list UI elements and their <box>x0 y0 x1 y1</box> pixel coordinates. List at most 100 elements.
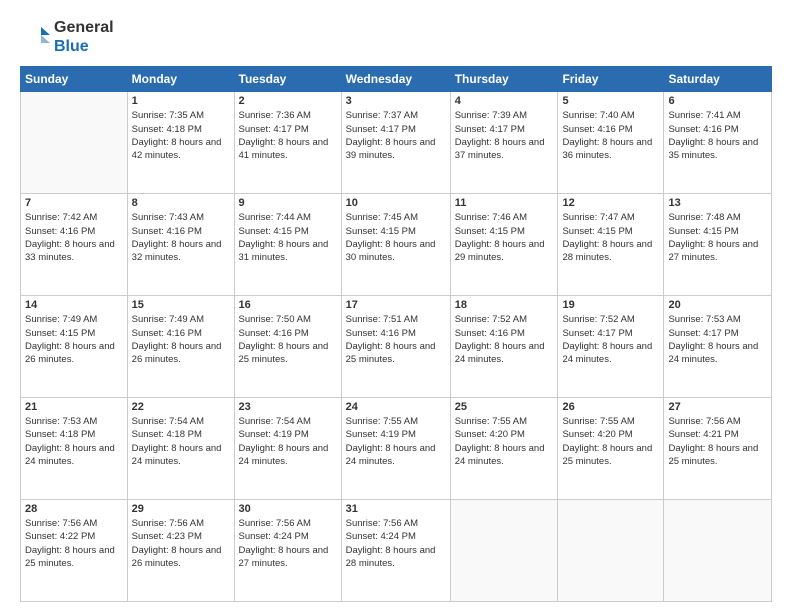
cell-w2-d7: 13 Sunrise: 7:48 AM Sunset: 4:15 PM Dayli… <box>664 194 772 296</box>
day-number: 30 <box>239 503 337 515</box>
cell-w5-d4: 31Sunrise: 7:56 AM Sunset: 4:24 PM Dayli… <box>341 500 450 602</box>
day-number: 25 <box>455 401 554 413</box>
day-info: Sunrise: 7:43 AM Sunset: 4:16 PM Dayligh… <box>132 211 230 264</box>
day-info: Sunrise: 7:44 AM Sunset: 4:15 PM Dayligh… <box>239 211 337 264</box>
week-row-4: 21 Sunrise: 7:53 AM Sunset: 4:18 PM Dayli… <box>21 398 772 500</box>
day-info: Sunrise: 7:48 AM Sunset: 4:15 PM Dayligh… <box>668 211 767 264</box>
day-info: Sunrise: 7:42 AM Sunset: 4:16 PM Dayligh… <box>25 211 123 264</box>
cell-w1-d7: 6 Sunrise: 7:41 AM Sunset: 4:16 PM Daylig… <box>664 92 772 194</box>
cell-w5-d5 <box>450 500 558 602</box>
day-info: Sunrise: 7:35 AM Sunset: 4:18 PM Dayligh… <box>132 109 230 162</box>
cell-w2-d5: 11Sunrise: 7:46 AM Sunset: 4:15 PM Dayli… <box>450 194 558 296</box>
header-friday: Friday <box>558 67 664 92</box>
header-wednesday: Wednesday <box>341 67 450 92</box>
day-info: Sunrise: 7:49 AM Sunset: 4:15 PM Dayligh… <box>25 313 123 366</box>
cell-w3-d7: 20 Sunrise: 7:53 AM Sunset: 4:17 PM Dayli… <box>664 296 772 398</box>
day-number: 3 <box>346 95 446 107</box>
header-tuesday: Tuesday <box>234 67 341 92</box>
cell-w1-d4: 3 Sunrise: 7:37 AM Sunset: 4:17 PM Daylig… <box>341 92 450 194</box>
cell-w3-d1: 14 Sunrise: 7:49 AM Sunset: 4:15 PM Dayli… <box>21 296 128 398</box>
day-number: 22 <box>132 401 230 413</box>
cell-w5-d1: 28 Sunrise: 7:56 AM Sunset: 4:22 PM Dayli… <box>21 500 128 602</box>
day-number: 21 <box>25 401 123 413</box>
header-thursday: Thursday <box>450 67 558 92</box>
cell-w5-d3: 30 Sunrise: 7:56 AM Sunset: 4:24 PM Dayli… <box>234 500 341 602</box>
cell-w4-d7: 27Sunrise: 7:56 AM Sunset: 4:21 PM Dayli… <box>664 398 772 500</box>
cell-w4-d3: 23 Sunrise: 7:54 AM Sunset: 4:19 PM Dayli… <box>234 398 341 500</box>
day-info: Sunrise: 7:52 AM Sunset: 4:16 PM Dayligh… <box>455 313 554 366</box>
logo-graphic <box>20 19 50 51</box>
week-row-3: 14 Sunrise: 7:49 AM Sunset: 4:15 PM Dayli… <box>21 296 772 398</box>
day-info: Sunrise: 7:47 AM Sunset: 4:15 PM Dayligh… <box>562 211 659 264</box>
day-info: Sunrise: 7:56 AM Sunset: 4:24 PM Dayligh… <box>239 517 337 570</box>
cell-w2-d4: 10 Sunrise: 7:45 AM Sunset: 4:15 PM Dayli… <box>341 194 450 296</box>
day-number: 4 <box>455 95 554 107</box>
cell-w4-d2: 22 Sunrise: 7:54 AM Sunset: 4:18 PM Dayli… <box>127 398 234 500</box>
day-info: Sunrise: 7:55 AM Sunset: 4:20 PM Dayligh… <box>455 415 554 468</box>
header-saturday: Saturday <box>664 67 772 92</box>
day-number: 12 <box>562 197 659 209</box>
day-number: 23 <box>239 401 337 413</box>
cell-w3-d5: 18 Sunrise: 7:52 AM Sunset: 4:16 PM Dayli… <box>450 296 558 398</box>
day-number: 29 <box>132 503 230 515</box>
cell-w5-d2: 29 Sunrise: 7:56 AM Sunset: 4:23 PM Dayli… <box>127 500 234 602</box>
cell-w1-d5: 4 Sunrise: 7:39 AM Sunset: 4:17 PM Daylig… <box>450 92 558 194</box>
day-number: 20 <box>668 299 767 311</box>
day-info: Sunrise: 7:39 AM Sunset: 4:17 PM Dayligh… <box>455 109 554 162</box>
day-number: 10 <box>346 197 446 209</box>
day-info: Sunrise: 7:52 AM Sunset: 4:17 PM Dayligh… <box>562 313 659 366</box>
day-info: Sunrise: 7:54 AM Sunset: 4:19 PM Dayligh… <box>239 415 337 468</box>
day-number: 28 <box>25 503 123 515</box>
cell-w4-d4: 24Sunrise: 7:55 AM Sunset: 4:19 PM Dayli… <box>341 398 450 500</box>
day-info: Sunrise: 7:53 AM Sunset: 4:17 PM Dayligh… <box>668 313 767 366</box>
logo-text-general: General <box>54 18 114 37</box>
cell-w3-d3: 16Sunrise: 7:50 AM Sunset: 4:16 PM Dayli… <box>234 296 341 398</box>
day-number: 24 <box>346 401 446 413</box>
day-info: Sunrise: 7:40 AM Sunset: 4:16 PM Dayligh… <box>562 109 659 162</box>
page: General Blue SundayMondayTuesdayWednesda… <box>0 0 792 612</box>
day-number: 19 <box>562 299 659 311</box>
day-number: 1 <box>132 95 230 107</box>
day-info: Sunrise: 7:54 AM Sunset: 4:18 PM Dayligh… <box>132 415 230 468</box>
cell-w2-d2: 8 Sunrise: 7:43 AM Sunset: 4:16 PM Daylig… <box>127 194 234 296</box>
day-number: 17 <box>346 299 446 311</box>
cell-w4-d6: 26Sunrise: 7:55 AM Sunset: 4:20 PM Dayli… <box>558 398 664 500</box>
header-sunday: Sunday <box>21 67 128 92</box>
cell-w1-d6: 5 Sunrise: 7:40 AM Sunset: 4:16 PM Daylig… <box>558 92 664 194</box>
cell-w3-d6: 19 Sunrise: 7:52 AM Sunset: 4:17 PM Dayli… <box>558 296 664 398</box>
day-number: 18 <box>455 299 554 311</box>
day-number: 7 <box>25 197 123 209</box>
cell-w1-d3: 2 Sunrise: 7:36 AM Sunset: 4:17 PM Daylig… <box>234 92 341 194</box>
day-number: 13 <box>668 197 767 209</box>
week-row-2: 7 Sunrise: 7:42 AM Sunset: 4:16 PM Daylig… <box>21 194 772 296</box>
day-number: 11 <box>455 197 554 209</box>
day-info: Sunrise: 7:36 AM Sunset: 4:17 PM Dayligh… <box>239 109 337 162</box>
day-info: Sunrise: 7:53 AM Sunset: 4:18 PM Dayligh… <box>25 415 123 468</box>
day-info: Sunrise: 7:49 AM Sunset: 4:16 PM Dayligh… <box>132 313 230 366</box>
day-info: Sunrise: 7:41 AM Sunset: 4:16 PM Dayligh… <box>668 109 767 162</box>
cell-w4-d5: 25 Sunrise: 7:55 AM Sunset: 4:20 PM Dayli… <box>450 398 558 500</box>
cell-w3-d2: 15 Sunrise: 7:49 AM Sunset: 4:16 PM Dayli… <box>127 296 234 398</box>
cell-w5-d6 <box>558 500 664 602</box>
logo-text-blue: Blue <box>54 37 114 56</box>
day-info: Sunrise: 7:56 AM Sunset: 4:23 PM Dayligh… <box>132 517 230 570</box>
cell-w4-d1: 21 Sunrise: 7:53 AM Sunset: 4:18 PM Dayli… <box>21 398 128 500</box>
day-info: Sunrise: 7:45 AM Sunset: 4:15 PM Dayligh… <box>346 211 446 264</box>
day-number: 15 <box>132 299 230 311</box>
day-number: 16 <box>239 299 337 311</box>
cell-w2-d6: 12 Sunrise: 7:47 AM Sunset: 4:15 PM Dayli… <box>558 194 664 296</box>
day-number: 5 <box>562 95 659 107</box>
day-number: 27 <box>668 401 767 413</box>
cell-w2-d3: 9Sunrise: 7:44 AM Sunset: 4:15 PM Daylig… <box>234 194 341 296</box>
cell-w2-d1: 7 Sunrise: 7:42 AM Sunset: 4:16 PM Daylig… <box>21 194 128 296</box>
day-info: Sunrise: 7:37 AM Sunset: 4:17 PM Dayligh… <box>346 109 446 162</box>
day-number: 14 <box>25 299 123 311</box>
day-info: Sunrise: 7:56 AM Sunset: 4:22 PM Dayligh… <box>25 517 123 570</box>
day-number: 6 <box>668 95 767 107</box>
day-number: 8 <box>132 197 230 209</box>
cell-w1-d2: 1 Sunrise: 7:35 AM Sunset: 4:18 PM Daylig… <box>127 92 234 194</box>
logo: General Blue <box>20 18 114 56</box>
cell-w3-d4: 17Sunrise: 7:51 AM Sunset: 4:16 PM Dayli… <box>341 296 450 398</box>
day-number: 2 <box>239 95 337 107</box>
week-row-5: 28 Sunrise: 7:56 AM Sunset: 4:22 PM Dayli… <box>21 500 772 602</box>
